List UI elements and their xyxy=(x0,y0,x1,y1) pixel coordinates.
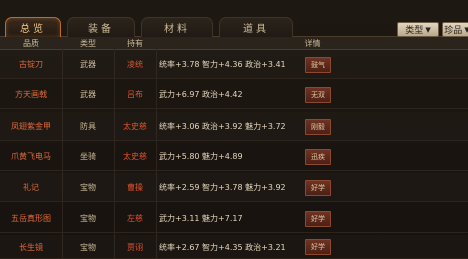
item-name: 爪黄飞电马 xyxy=(11,152,51,161)
item-type: 宝物 xyxy=(80,183,96,192)
tab-materials[interactable]: 材料 xyxy=(141,17,213,37)
item-name: 古锭刀 xyxy=(19,60,43,69)
table-row[interactable]: 爪黄飞电马 坐骑 太史慈 武力+5.80 魅力+4.89 迅疾 xyxy=(0,142,468,171)
item-skill: 好学 xyxy=(298,173,338,202)
table-row[interactable]: 方天画戟 武器 吕布 武力+6.97 政治+4.42 无双 xyxy=(0,80,468,109)
item-type: 武器 xyxy=(80,90,96,99)
item-skill: 好学 xyxy=(298,235,338,259)
item-owner: 吕布 xyxy=(127,90,143,99)
item-owner: 贾诩 xyxy=(127,242,143,252)
item-detail: 统率+3.78 智力+4.36 政治+3.41 xyxy=(159,60,286,69)
item-type: 防具 xyxy=(80,122,96,131)
item-detail: 武力+3.11 魅力+7.17 xyxy=(159,214,243,223)
item-owner: 太史慈 xyxy=(123,122,147,131)
dropdown-arrow-icon: ▼ xyxy=(464,25,468,34)
table-row[interactable]: 古锭刀 武器 凌统 统率+3.78 智力+4.36 政治+3.41 鼓气 xyxy=(0,50,468,79)
skill-badge: 无双 xyxy=(305,86,331,103)
item-detail: 武力+5.80 魅力+4.89 xyxy=(159,152,243,161)
item-detail: 统率+2.67 智力+4.35 政治+3.21 xyxy=(159,242,286,252)
tab-overview[interactable]: 总览 xyxy=(5,17,61,37)
table-row[interactable]: 五岳真形图 宝物 左慈 武力+3.11 魅力+7.17 好学 xyxy=(0,204,468,233)
item-type: 宝物 xyxy=(80,242,96,252)
inventory-panel: 总览 装备 材料 道具 类型 ▼ 珍品 ▼ 品质 类型 持有 详情 古锭刀 武器… xyxy=(0,0,468,259)
item-detail: 统率+2.59 智力+3.78 魅力+3.92 xyxy=(159,183,286,192)
dropdown-arrow-icon: ▼ xyxy=(425,25,431,34)
item-owner: 左慈 xyxy=(127,214,143,223)
item-name: 礼记 xyxy=(23,183,39,192)
item-detail: 统率+3.06 政治+3.92 魅力+3.72 xyxy=(159,122,286,131)
item-type: 坐骑 xyxy=(80,152,96,161)
column-header-owner: 持有 xyxy=(127,39,143,48)
table-row[interactable]: 长生镜 宝物 贾诩 统率+2.67 智力+4.35 政治+3.21 好学 xyxy=(0,235,468,259)
item-name: 长生镜 xyxy=(19,242,43,252)
column-header-quality: 品质 xyxy=(23,39,39,48)
tab-equipment[interactable]: 装备 xyxy=(67,17,135,37)
item-skill: 刚毅 xyxy=(298,112,338,141)
item-skill: 迅疾 xyxy=(298,142,338,171)
item-skill: 鼓气 xyxy=(298,50,338,79)
item-detail: 武力+6.97 政治+4.42 xyxy=(159,90,243,99)
type-sort-label: 类型 xyxy=(405,26,424,36)
tab-bar: 总览 装备 材料 道具 类型 ▼ 珍品 ▼ xyxy=(0,0,468,37)
table-row[interactable]: 礼记 宝物 曹操 统率+2.59 智力+3.78 魅力+3.92 好学 xyxy=(0,173,468,202)
type-sort-button[interactable]: 类型 ▼ xyxy=(397,22,439,37)
rarity-sort-button[interactable]: 珍品 ▼ xyxy=(442,22,468,37)
item-type: 武器 xyxy=(80,60,96,69)
table-header: 品质 类型 持有 详情 xyxy=(0,37,468,50)
skill-badge: 迅疾 xyxy=(305,148,331,165)
item-name: 凤翅紫金甲 xyxy=(11,122,51,131)
skill-badge: 鼓气 xyxy=(305,56,331,73)
skill-badge: 刚毅 xyxy=(305,118,331,135)
tab-items[interactable]: 道具 xyxy=(219,17,293,37)
item-owner: 曹操 xyxy=(127,183,143,192)
item-skill: 无双 xyxy=(298,80,338,109)
skill-badge: 好学 xyxy=(305,210,331,227)
skill-badge: 好学 xyxy=(305,179,331,196)
item-name: 五岳真形图 xyxy=(11,214,51,223)
table-row[interactable]: 凤翅紫金甲 防具 太史慈 统率+3.06 政治+3.92 魅力+3.72 刚毅 xyxy=(0,112,468,141)
skill-badge: 好学 xyxy=(305,239,331,255)
item-type: 宝物 xyxy=(80,214,96,223)
rarity-sort-label: 珍品 xyxy=(444,26,463,36)
item-owner: 凌统 xyxy=(127,60,143,69)
item-owner: 太史慈 xyxy=(123,152,147,161)
item-name: 方天画戟 xyxy=(15,90,47,99)
column-header-type: 类型 xyxy=(80,39,96,48)
column-header-detail: 详情 xyxy=(304,39,321,48)
item-skill: 好学 xyxy=(298,204,338,233)
